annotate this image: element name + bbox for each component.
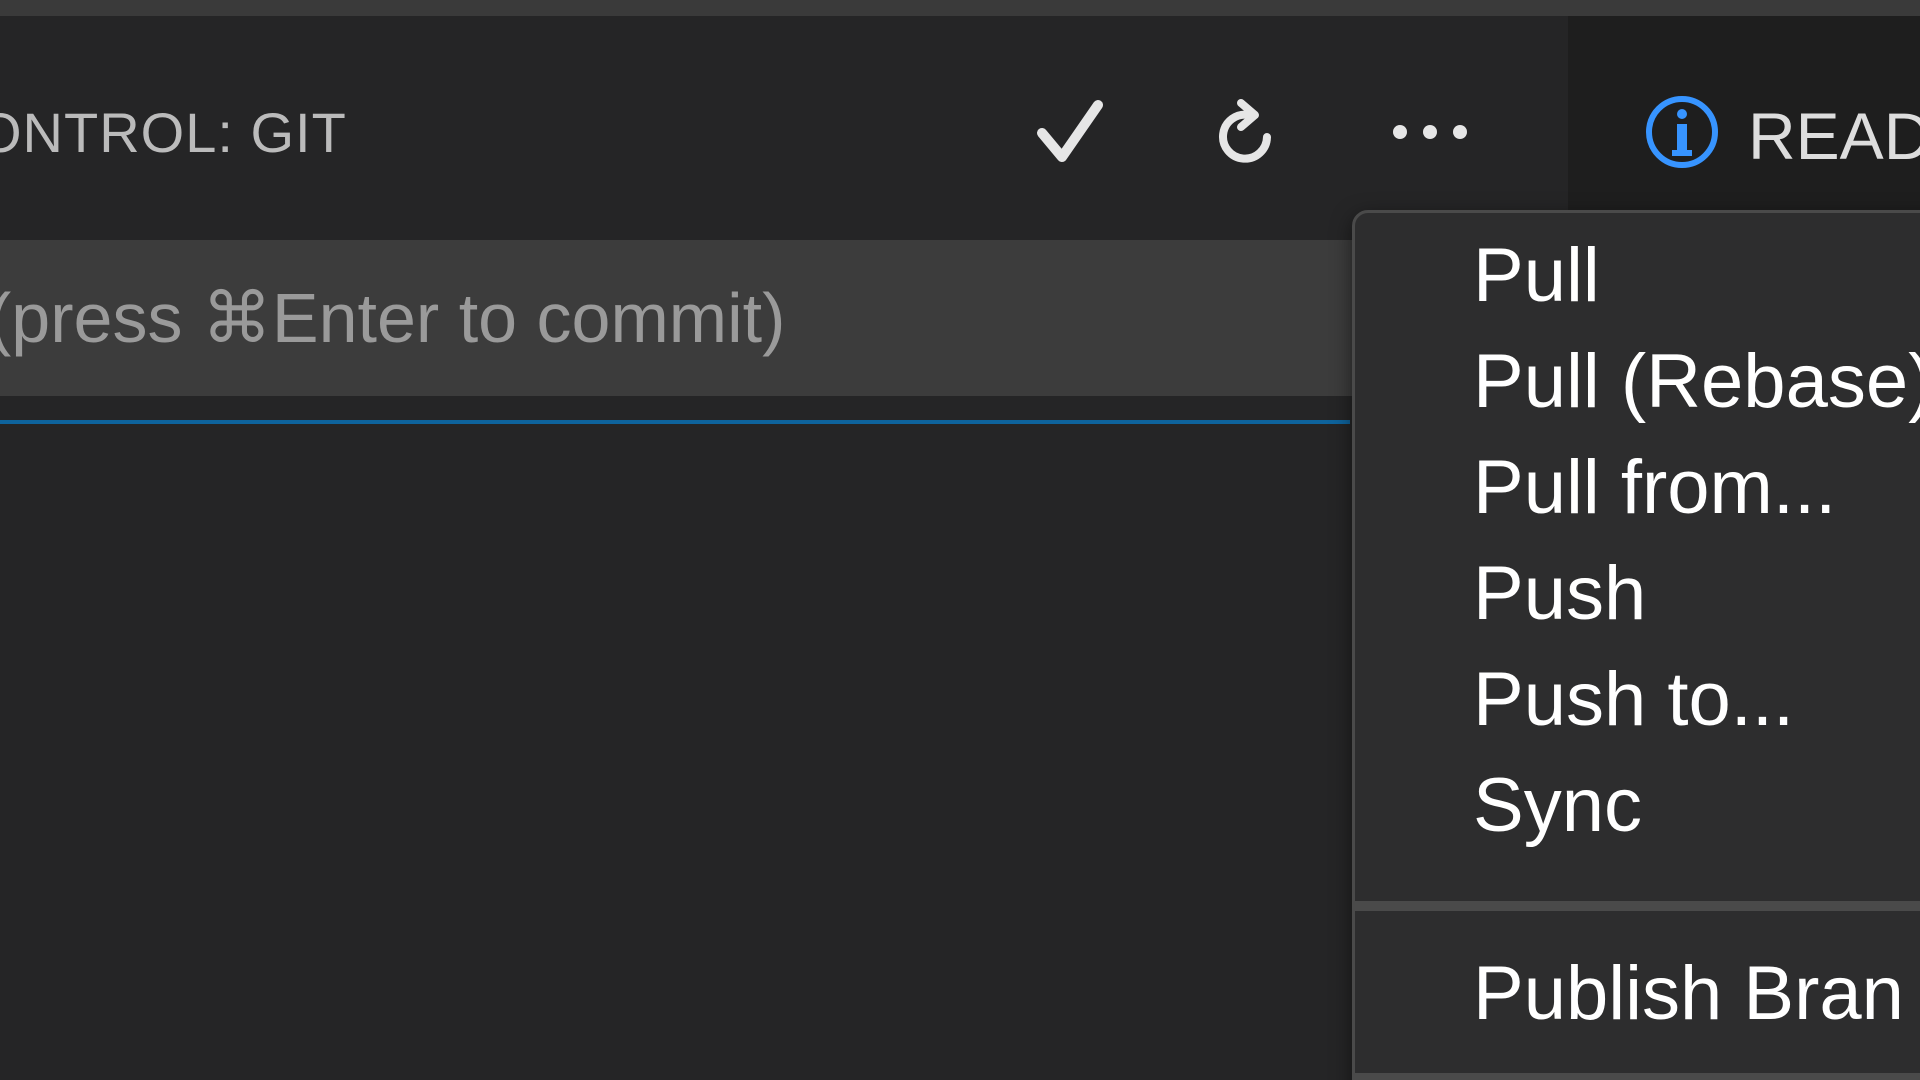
scm-view: ONTROL: GIT READ (press ⌘Enter to commit… bbox=[0, 0, 1920, 1080]
menu-item-sync[interactable]: Sync bbox=[1473, 755, 1642, 855]
input-focus-underline bbox=[0, 420, 1350, 424]
info-icon bbox=[1646, 96, 1718, 168]
menu-item-pull-from[interactable]: Pull from... bbox=[1473, 437, 1836, 537]
editor-tab-readme[interactable]: READ bbox=[1568, 16, 1920, 226]
menu-item-push-to[interactable]: Push to... bbox=[1473, 649, 1794, 749]
menu-item-pull-rebase[interactable]: Pull (Rebase) bbox=[1473, 331, 1920, 431]
tab-label: READ bbox=[1748, 99, 1920, 173]
menu-item-pull[interactable]: Pull bbox=[1473, 225, 1600, 325]
git-context-menu: Pull Pull (Rebase) Pull from... Push Pus… bbox=[1352, 210, 1920, 1080]
menu-item-push[interactable]: Push bbox=[1473, 543, 1646, 643]
check-icon bbox=[1037, 100, 1103, 162]
menu-separator bbox=[1355, 901, 1920, 911]
refresh-button[interactable] bbox=[1200, 92, 1290, 182]
more-actions-icon bbox=[1393, 125, 1467, 139]
menu-separator bbox=[1355, 1073, 1920, 1080]
commit-message-input[interactable] bbox=[0, 240, 1400, 396]
more-actions-button[interactable] bbox=[1380, 102, 1480, 162]
refresh-icon bbox=[1219, 99, 1271, 163]
menu-item-publish-branch[interactable]: Publish Bran bbox=[1473, 943, 1904, 1043]
commit-button[interactable] bbox=[1025, 88, 1115, 178]
source-control-header: ONTROL: GIT bbox=[0, 16, 1568, 236]
window-top-strip bbox=[0, 0, 1920, 16]
panel-title: ONTROL: GIT bbox=[0, 101, 347, 164]
